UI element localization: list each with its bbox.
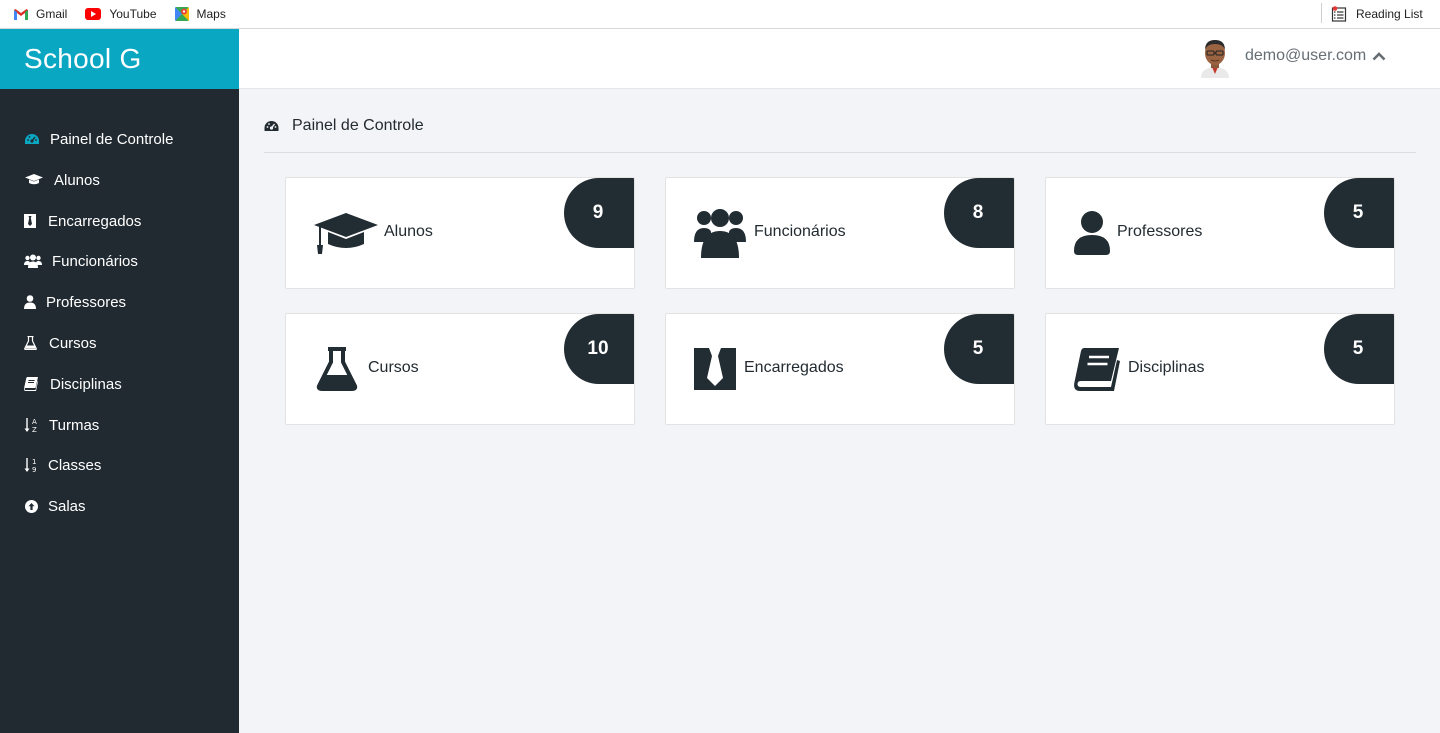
sidebar-item-label: Professores	[46, 293, 127, 311]
sidebar-item-label: Alunos	[54, 171, 100, 189]
sort-alpha-icon: AZ	[24, 417, 39, 433]
youtube-icon	[85, 8, 102, 20]
avatar[interactable]	[1199, 38, 1231, 78]
title-divider	[264, 152, 1416, 153]
card-label: Disciplinas	[1128, 359, 1205, 376]
graduation-cap-icon	[314, 213, 378, 254]
chevron-up-icon	[1372, 52, 1386, 61]
users-icon	[24, 253, 42, 269]
flask-icon	[316, 347, 358, 391]
count-badge: 9	[564, 178, 634, 248]
top-header: demo@user.com	[239, 29, 1440, 89]
tie-icon	[24, 213, 36, 229]
sidebar-item-disciplinas[interactable]: Disciplinas	[24, 372, 122, 396]
card-funcionarios[interactable]: Funcionários 8	[665, 177, 1015, 289]
card-label: Encarregados	[744, 359, 844, 376]
bookmark-label: Maps	[196, 7, 226, 21]
user-email: demo@user.com	[1245, 47, 1367, 64]
bookmark-maps[interactable]: Maps	[174, 7, 226, 21]
count-badge: 8	[944, 178, 1014, 248]
card-label: Professores	[1117, 223, 1203, 240]
users-icon	[694, 209, 746, 258]
sidebar-item-salas[interactable]: Salas	[24, 494, 86, 518]
brand-logo[interactable]: School G	[0, 29, 239, 89]
svg-text:Z: Z	[32, 426, 37, 433]
dashboard-icon	[263, 119, 280, 133]
card-cursos[interactable]: Cursos 10	[285, 313, 635, 425]
sidebar-item-encarregados[interactable]: Encarregados	[24, 209, 141, 233]
sidebar-item-label: Turmas	[49, 416, 100, 434]
bookmarks-separator	[1321, 3, 1322, 23]
card-label: Alunos	[384, 223, 433, 240]
user-icon	[1074, 211, 1110, 255]
sidebar-item-label: Encarregados	[48, 212, 142, 230]
svg-text:1: 1	[32, 458, 36, 466]
arrow-circle-up-icon	[24, 498, 38, 514]
count-badge: 5	[1324, 178, 1394, 248]
sidebar-item-painel-de-controle[interactable]: Painel de Controle	[24, 127, 173, 151]
svg-text:A: A	[32, 418, 37, 426]
card-encarregados[interactable]: Encarregados 5	[665, 313, 1015, 425]
sidebar-item-label: Salas	[48, 497, 86, 515]
card-disciplinas[interactable]: Disciplinas 5	[1045, 313, 1395, 425]
tie-icon	[694, 348, 736, 390]
bookmark-youtube[interactable]: YouTube	[85, 7, 157, 21]
graduation-cap-icon	[24, 172, 44, 188]
bookmark-label: YouTube	[109, 7, 157, 21]
sidebar-item-label: Painel de Controle	[50, 130, 174, 148]
sidebar-item-label: Cursos	[49, 334, 97, 352]
gmail-icon	[14, 8, 28, 20]
sidebar-item-professores[interactable]: Professores	[24, 290, 126, 314]
count-badge: 10	[564, 314, 634, 384]
sidebar: Painel de Controle Alunos Encarregados F…	[0, 89, 239, 733]
reading-list-button[interactable]: Reading List	[1331, 0, 1423, 28]
sidebar-item-cursos[interactable]: Cursos	[24, 331, 97, 355]
user-menu[interactable]: demo@user.com	[1245, 47, 1386, 65]
bookmark-label: Gmail	[36, 7, 68, 21]
page-title-text: Painel de Controle	[292, 117, 424, 134]
card-label: Cursos	[368, 359, 419, 376]
book-icon	[1074, 348, 1120, 391]
flask-icon	[24, 335, 37, 351]
card-alunos[interactable]: Alunos 9	[285, 177, 635, 289]
page-title: Painel de Controle	[263, 114, 424, 138]
sidebar-item-label: Disciplinas	[50, 375, 122, 393]
sidebar-item-label: Funcionários	[52, 252, 138, 270]
sort-numeric-icon: 19	[24, 457, 38, 473]
sidebar-item-turmas[interactable]: AZ Turmas	[24, 413, 99, 437]
brand-title: School G	[24, 43, 142, 74]
bookmarks-bar: Gmail YouTube Maps Reading List	[0, 0, 1440, 29]
sidebar-item-classes[interactable]: 19 Classes	[24, 453, 101, 477]
user-icon	[24, 294, 36, 310]
book-icon	[24, 376, 38, 392]
card-professores[interactable]: Professores 5	[1045, 177, 1395, 289]
sidebar-item-label: Classes	[48, 456, 102, 474]
count-badge: 5	[944, 314, 1014, 384]
reading-list-label: Reading List	[1356, 7, 1423, 21]
card-label: Funcionários	[754, 223, 846, 240]
svg-text:9: 9	[32, 466, 36, 473]
bookmark-gmail[interactable]: Gmail	[14, 7, 67, 21]
reading-list-icon	[1331, 6, 1347, 22]
dashboard-icon	[24, 131, 40, 147]
maps-icon	[174, 7, 189, 21]
sidebar-item-alunos[interactable]: Alunos	[24, 168, 100, 192]
sidebar-item-funcionarios[interactable]: Funcionários	[24, 249, 138, 273]
count-badge: 5	[1324, 314, 1394, 384]
